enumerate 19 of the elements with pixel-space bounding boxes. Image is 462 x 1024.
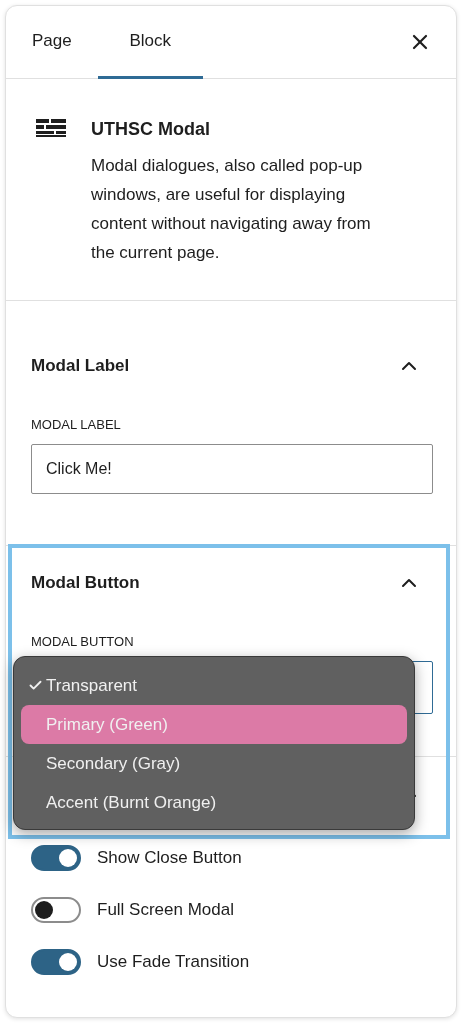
dropdown-option[interactable]: Accent (Burnt Orange) xyxy=(21,783,407,822)
block-icon xyxy=(36,119,66,137)
field-label: MODAL BUTTON xyxy=(31,632,135,651)
input-field[interactable]: Click Me! xyxy=(31,444,433,494)
toggle-label: Use Fade Transition xyxy=(97,951,250,974)
toggle-switch[interactable] xyxy=(31,949,81,975)
dropdown-option[interactable]: Transparent xyxy=(21,666,407,705)
dropdown-option[interactable]: Secondary (Gray) xyxy=(21,744,407,783)
block-description: Modal dialogues, also called pop-up windows, are useful for displaying content without navigating away from the current page. xyxy=(91,155,372,264)
block-title: UTHSC Modal xyxy=(91,118,211,141)
tab[interactable]: Page xyxy=(16,6,88,79)
toggle-label: Full Screen Modal xyxy=(97,899,234,922)
field-label: MODAL LABEL xyxy=(31,415,122,434)
toggle-label: Show Close Button xyxy=(97,847,242,870)
section-title: Modal Label xyxy=(31,355,130,377)
tab[interactable]: Block xyxy=(97,6,203,79)
section-title: Modal Button xyxy=(31,572,140,594)
toggle-switch[interactable] xyxy=(31,897,81,923)
toggle-switch[interactable] xyxy=(31,845,81,871)
